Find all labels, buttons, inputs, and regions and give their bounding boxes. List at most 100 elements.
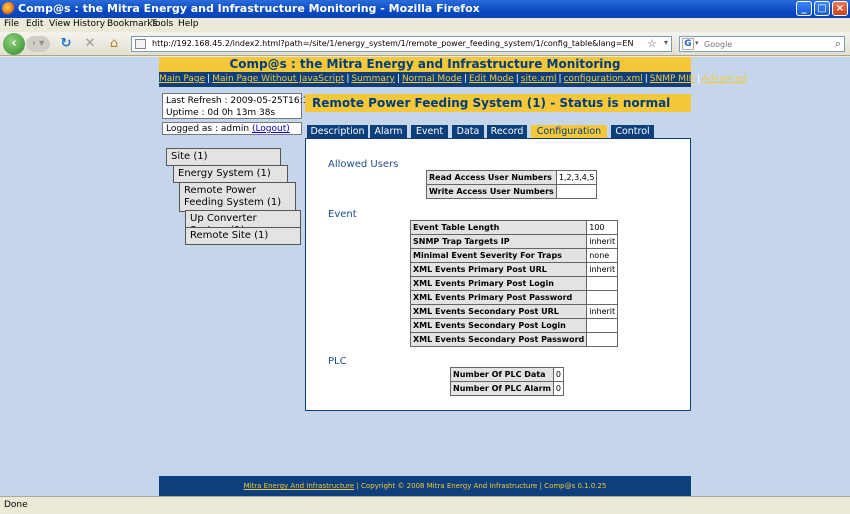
url-text[interactable]: http://192.168.45.2/index2.html?path=/si…	[152, 39, 633, 48]
config-value	[586, 290, 619, 305]
refresh-info: Last Refresh : 2009-05-25T16:14:00 Uptim…	[162, 93, 329, 119]
close-button[interactable]: ×	[832, 1, 848, 16]
plc-table: Number Of PLC Data 0 Number Of PLC Alarm 0	[450, 367, 565, 396]
browser-status-bar: Done	[0, 496, 850, 514]
config-key: XML Events Primary Post Login	[409, 276, 588, 291]
config-value: 0	[552, 367, 565, 382]
footer-copyright: | Copyright © 2008 Mitra Energy And Infr…	[354, 482, 607, 490]
menu-history[interactable]: History	[73, 19, 105, 29]
tree-item-energy-system[interactable]: Energy System (1)	[173, 165, 288, 183]
table-row: SNMP Trap Targets IP inherit	[409, 234, 619, 249]
event-table: Event Table Length 100 SNMP Trap Targets …	[409, 220, 619, 347]
firefox-icon	[2, 2, 15, 15]
config-value	[586, 318, 619, 333]
config-value: 1,2,3,4,5	[555, 170, 598, 185]
tab-control[interactable]: Control	[611, 125, 654, 138]
table-row: XML Events Secondary Post Password	[409, 332, 619, 347]
tab-data[interactable]: Data	[452, 125, 484, 138]
status-title: Remote Power Feeding System (1) - Status…	[305, 94, 691, 112]
table-row: XML Events Secondary Post Login	[409, 318, 619, 333]
table-row: XML Events Primary Post Login	[409, 276, 619, 291]
home-icon[interactable]: ⌂	[106, 36, 122, 52]
logout-link[interactable]: (Logout)	[252, 124, 290, 134]
config-value: 100	[586, 220, 619, 235]
configuration-panel: Allowed Users Read Access User Numbers 1,…	[305, 138, 691, 411]
login-info: Logged as : admin (Logout)	[162, 122, 302, 135]
engine-dropdown-icon[interactable]: ▾	[695, 39, 699, 47]
config-key: XML Events Primary Post URL	[409, 262, 588, 277]
nav-site-xml[interactable]: site.xml	[521, 74, 557, 84]
minimize-button[interactable]: _	[796, 1, 812, 16]
config-key: Read Access User Numbers	[426, 170, 557, 185]
config-value	[586, 276, 619, 291]
section-event-label: Event	[328, 209, 357, 220]
top-nav: Main Page | Main Page Without JavaScript | S…	[159, 72, 746, 87]
nav-normal-mode[interactable]: Normal Mode	[402, 74, 462, 84]
last-refresh: Last Refresh : 2009-05-25T16:14:00	[166, 96, 329, 106]
nav-main-page-nojs[interactable]: Main Page Without JavaScript	[212, 74, 344, 84]
menu-help[interactable]: Help	[178, 19, 199, 29]
search-bar[interactable]: G ▾ ⌕	[679, 36, 845, 52]
search-input[interactable]	[704, 38, 814, 50]
back-arrow-icon[interactable]: ‹	[3, 33, 25, 55]
url-dropdown-icon[interactable]: ▾	[664, 38, 668, 47]
tab-record[interactable]: Record	[487, 125, 527, 138]
google-engine-icon[interactable]: G	[682, 38, 694, 50]
maximize-button[interactable]: □	[814, 1, 830, 16]
nav-edit-mode[interactable]: Edit Mode	[469, 74, 514, 84]
tab-event[interactable]: Event	[411, 125, 448, 138]
stop-icon[interactable]: ✕	[82, 36, 98, 52]
search-icon[interactable]: ⌕	[835, 37, 841, 51]
uptime: Uptime : 0d 0h 13m 38s	[166, 108, 276, 118]
table-row: Read Access User Numbers 1,2,3,4,5	[426, 170, 598, 185]
config-key: Event Table Length	[409, 220, 588, 235]
tree-item-site[interactable]: Site (1)	[166, 148, 281, 166]
bookmark-star-icon[interactable]: ☆	[647, 37, 657, 50]
config-key: Number Of PLC Alarm	[450, 381, 554, 396]
reload-icon[interactable]: ↻	[58, 36, 74, 52]
nav-snmp-mib[interactable]: SNMP MIB	[650, 74, 695, 84]
logged-as: Logged as : admin	[166, 124, 250, 134]
config-key: SNMP Trap Targets IP	[409, 234, 588, 249]
nav-configuration-xml[interactable]: configuration.xml	[564, 74, 643, 84]
table-row: Event Table Length 100	[409, 220, 619, 235]
table-row: Number Of PLC Alarm 0	[450, 381, 565, 396]
status-text: Done	[4, 500, 28, 510]
menu-bar: File Edit View History Bookmarks Tools H…	[0, 18, 850, 32]
tab-description[interactable]: Description	[307, 125, 368, 138]
footer-company-link[interactable]: Mitra Energy And Infrastructure	[244, 482, 355, 490]
page-footer: Mitra Energy And Infrastructure | Copyri…	[159, 476, 691, 496]
window-title: Comp@s : the Mitra Energy and Infrastruc…	[18, 2, 480, 15]
allowed-users-table: Read Access User Numbers 1,2,3,4,5 Write …	[426, 170, 598, 199]
url-bar[interactable]: http://192.168.45.2/index2.html?path=/si…	[131, 36, 672, 52]
config-key: XML Events Secondary Post Password	[409, 332, 588, 347]
nav-advanced[interactable]: Advanced	[702, 74, 746, 84]
page-viewport: Comp@s : the Mitra Energy and Infrastruc…	[0, 57, 850, 496]
forward-arrow-icon[interactable]: › ▾	[26, 36, 50, 52]
menu-bookmarks[interactable]: Bookmarks	[107, 19, 157, 29]
config-key: XML Events Secondary Post Login	[409, 318, 588, 333]
window-title-bar: Comp@s : the Mitra Energy and Infrastruc…	[0, 0, 850, 18]
tab-alarm[interactable]: Alarm	[370, 125, 407, 138]
tree-item-remote-site[interactable]: Remote Site (1)	[185, 227, 301, 245]
tree-item-remote-power-feeding[interactable]: Remote Power Feeding System (1)	[179, 182, 296, 212]
menu-edit[interactable]: Edit	[26, 19, 43, 29]
config-key: Number Of PLC Data	[450, 367, 554, 382]
menu-tools[interactable]: Tools	[151, 19, 173, 29]
config-value: inherit	[586, 262, 619, 277]
menu-view[interactable]: View	[49, 19, 70, 29]
nav-main-page[interactable]: Main Page	[159, 74, 205, 84]
config-key: XML Events Secondary Post URL	[409, 304, 588, 319]
menu-file[interactable]: File	[4, 19, 19, 29]
config-value: inherit	[586, 304, 619, 319]
config-value: inherit	[586, 234, 619, 249]
nav-summary[interactable]: Summary	[351, 74, 395, 84]
config-value: 0	[552, 381, 565, 396]
page-header: Comp@s : the Mitra Energy and Infrastruc…	[159, 57, 691, 72]
table-row: Minimal Event Severity For Traps none	[409, 248, 619, 263]
tab-configuration[interactable]: Configuration	[531, 125, 607, 138]
table-row: XML Events Primary Post URL inherit	[409, 262, 619, 277]
config-key: Minimal Event Severity For Traps	[409, 248, 588, 263]
table-row: Write Access User Numbers	[426, 184, 598, 199]
section-allowed-users-label: Allowed Users	[328, 159, 399, 170]
